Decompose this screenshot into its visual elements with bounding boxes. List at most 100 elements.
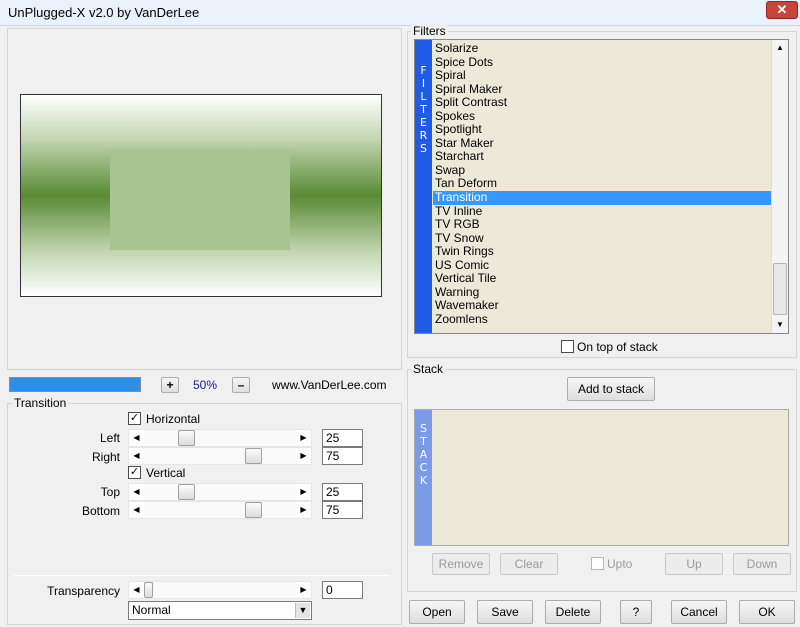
clear-button[interactable]: Clear bbox=[500, 553, 558, 575]
left-slider-decrease-icon[interactable]: ◀ bbox=[129, 430, 144, 446]
transparency-slider-thumb[interactable] bbox=[144, 582, 153, 598]
zoom-in-button[interactable]: + bbox=[161, 377, 179, 393]
filter-item[interactable]: Twin Rings bbox=[433, 245, 771, 259]
top-slider-decrease-icon[interactable]: ◀ bbox=[129, 484, 144, 500]
filters-sidebar-label: F I L T E R S bbox=[415, 40, 432, 333]
vertical-checkbox[interactable]: ✓ bbox=[128, 466, 141, 479]
top-slider-thumb[interactable] bbox=[178, 484, 195, 500]
horizontal-checkbox[interactable]: ✓ bbox=[128, 412, 141, 425]
right-slider[interactable]: ◀ ▶ bbox=[128, 447, 312, 465]
separator bbox=[14, 575, 390, 576]
filter-item[interactable]: Spotlight bbox=[433, 123, 771, 137]
delete-button[interactable]: Delete bbox=[545, 600, 601, 624]
stack-sidebar-letter: C bbox=[419, 461, 428, 474]
ok-button[interactable]: OK bbox=[739, 600, 795, 624]
stack-sidebar-letter: A bbox=[419, 448, 428, 461]
right-slider-decrease-icon[interactable]: ◀ bbox=[129, 448, 144, 464]
top-slider[interactable]: ◀ ▶ bbox=[128, 483, 312, 501]
save-button[interactable]: Save bbox=[477, 600, 533, 624]
blend-mode-select[interactable]: Normal ▼ bbox=[128, 601, 312, 620]
filter-item-selected[interactable]: Transition bbox=[433, 190, 771, 205]
filter-item[interactable]: Solarize bbox=[433, 42, 771, 56]
progress-bar bbox=[9, 377, 141, 392]
chevron-down-icon[interactable]: ▼ bbox=[295, 603, 310, 618]
transition-group-label: Transition bbox=[12, 396, 69, 410]
vertical-label: Vertical bbox=[146, 466, 186, 480]
close-button[interactable]: ✕ bbox=[766, 1, 798, 19]
transparency-label: Transparency bbox=[47, 584, 120, 598]
horizontal-label: Horizontal bbox=[146, 412, 201, 426]
scroll-up-icon[interactable]: ▲ bbox=[772, 40, 788, 56]
cancel-button[interactable]: Cancel bbox=[671, 600, 727, 624]
filter-item[interactable]: Swap bbox=[433, 163, 771, 178]
filters-sidebar-letter: L bbox=[420, 90, 427, 103]
filter-item[interactable]: Starchart bbox=[433, 150, 771, 164]
on-top-of-stack-label: On top of stack bbox=[577, 340, 658, 354]
filter-item[interactable]: Vertical Tile bbox=[433, 272, 771, 286]
filter-item[interactable]: TV Inline bbox=[433, 204, 771, 219]
help-button[interactable]: ? bbox=[620, 600, 652, 624]
left-slider-increase-icon[interactable]: ▶ bbox=[296, 430, 311, 446]
transparency-slider-decrease-icon[interactable]: ◀ bbox=[129, 582, 144, 598]
top-slider-increase-icon[interactable]: ▶ bbox=[296, 484, 311, 500]
filter-item[interactable]: Spice Dots bbox=[433, 55, 771, 70]
filters-sidebar-letter: R bbox=[419, 129, 428, 142]
filters-sidebar-letter: S bbox=[420, 142, 427, 155]
bottom-slider-decrease-icon[interactable]: ◀ bbox=[129, 502, 144, 518]
stack-group-label: Stack bbox=[411, 362, 446, 376]
transparency-value-field[interactable]: 0 bbox=[322, 581, 363, 599]
filter-item[interactable]: Star Maker bbox=[433, 136, 771, 151]
stack-sidebar-letter: T bbox=[420, 435, 427, 448]
bottom-slider-increase-icon[interactable]: ▶ bbox=[296, 502, 311, 518]
right-value-field[interactable]: 75 bbox=[322, 447, 363, 465]
preview-inner-region bbox=[110, 150, 290, 250]
upto-checkbox[interactable] bbox=[591, 557, 604, 570]
zoom-value: 50% bbox=[192, 378, 218, 392]
website-link[interactable]: www.VanDerLee.com bbox=[272, 378, 387, 392]
right-slider-increase-icon[interactable]: ▶ bbox=[296, 448, 311, 464]
left-slider-thumb[interactable] bbox=[178, 430, 195, 446]
filters-group-label: Filters bbox=[411, 24, 448, 38]
top-label: Top bbox=[100, 485, 120, 499]
on-top-of-stack-checkbox[interactable] bbox=[561, 340, 574, 353]
preview-image bbox=[20, 94, 382, 297]
filter-item[interactable]: US Comic bbox=[433, 258, 771, 273]
scroll-thumb[interactable] bbox=[773, 263, 787, 315]
bottom-value-field[interactable]: 75 bbox=[322, 501, 363, 519]
filter-item[interactable]: TV Snow bbox=[433, 231, 771, 246]
filter-item[interactable]: Spiral Maker bbox=[433, 82, 771, 97]
right-slider-thumb[interactable] bbox=[245, 448, 262, 464]
open-button[interactable]: Open bbox=[409, 600, 465, 624]
filters-sidebar-letter: I bbox=[421, 77, 426, 90]
filter-item[interactable]: TV RGB bbox=[433, 218, 771, 232]
upto-label: Upto bbox=[607, 557, 633, 571]
transparency-slider-increase-icon[interactable]: ▶ bbox=[296, 582, 311, 598]
filter-item[interactable]: Split Contrast bbox=[433, 96, 771, 110]
left-slider[interactable]: ◀ ▶ bbox=[128, 429, 312, 447]
bottom-slider-thumb[interactable] bbox=[245, 502, 262, 518]
top-value-field[interactable]: 25 bbox=[322, 483, 363, 501]
left-label: Left bbox=[99, 431, 120, 445]
bottom-label: Bottom bbox=[81, 504, 120, 518]
filters-scrollbar[interactable]: ▲ ▼ bbox=[771, 40, 788, 333]
filter-item[interactable]: Warning bbox=[433, 285, 771, 300]
down-button[interactable]: Down bbox=[733, 553, 791, 575]
filter-item[interactable]: Tan Deform bbox=[433, 177, 771, 191]
transparency-slider[interactable]: ◀ ▶ bbox=[128, 581, 312, 599]
right-label: Right bbox=[91, 450, 120, 464]
scroll-down-icon[interactable]: ▼ bbox=[772, 317, 788, 333]
filter-item[interactable]: Spokes bbox=[433, 109, 771, 124]
zoom-out-button[interactable]: – bbox=[232, 377, 250, 393]
filter-item[interactable]: Spiral bbox=[433, 69, 771, 83]
filters-sidebar-letter: F bbox=[420, 64, 427, 77]
add-to-stack-button[interactable]: Add to stack bbox=[567, 377, 655, 401]
stack-sidebar-letter: S bbox=[420, 422, 427, 435]
filter-item[interactable]: Zoomlens bbox=[433, 312, 771, 327]
left-value-field[interactable]: 25 bbox=[322, 429, 363, 447]
filter-item[interactable]: Wavemaker bbox=[433, 299, 771, 313]
stack-list[interactable] bbox=[414, 409, 789, 546]
remove-button[interactable]: Remove bbox=[432, 553, 490, 575]
filters-sidebar-letter: T bbox=[420, 103, 427, 116]
bottom-slider[interactable]: ◀ ▶ bbox=[128, 501, 312, 519]
up-button[interactable]: Up bbox=[665, 553, 723, 575]
